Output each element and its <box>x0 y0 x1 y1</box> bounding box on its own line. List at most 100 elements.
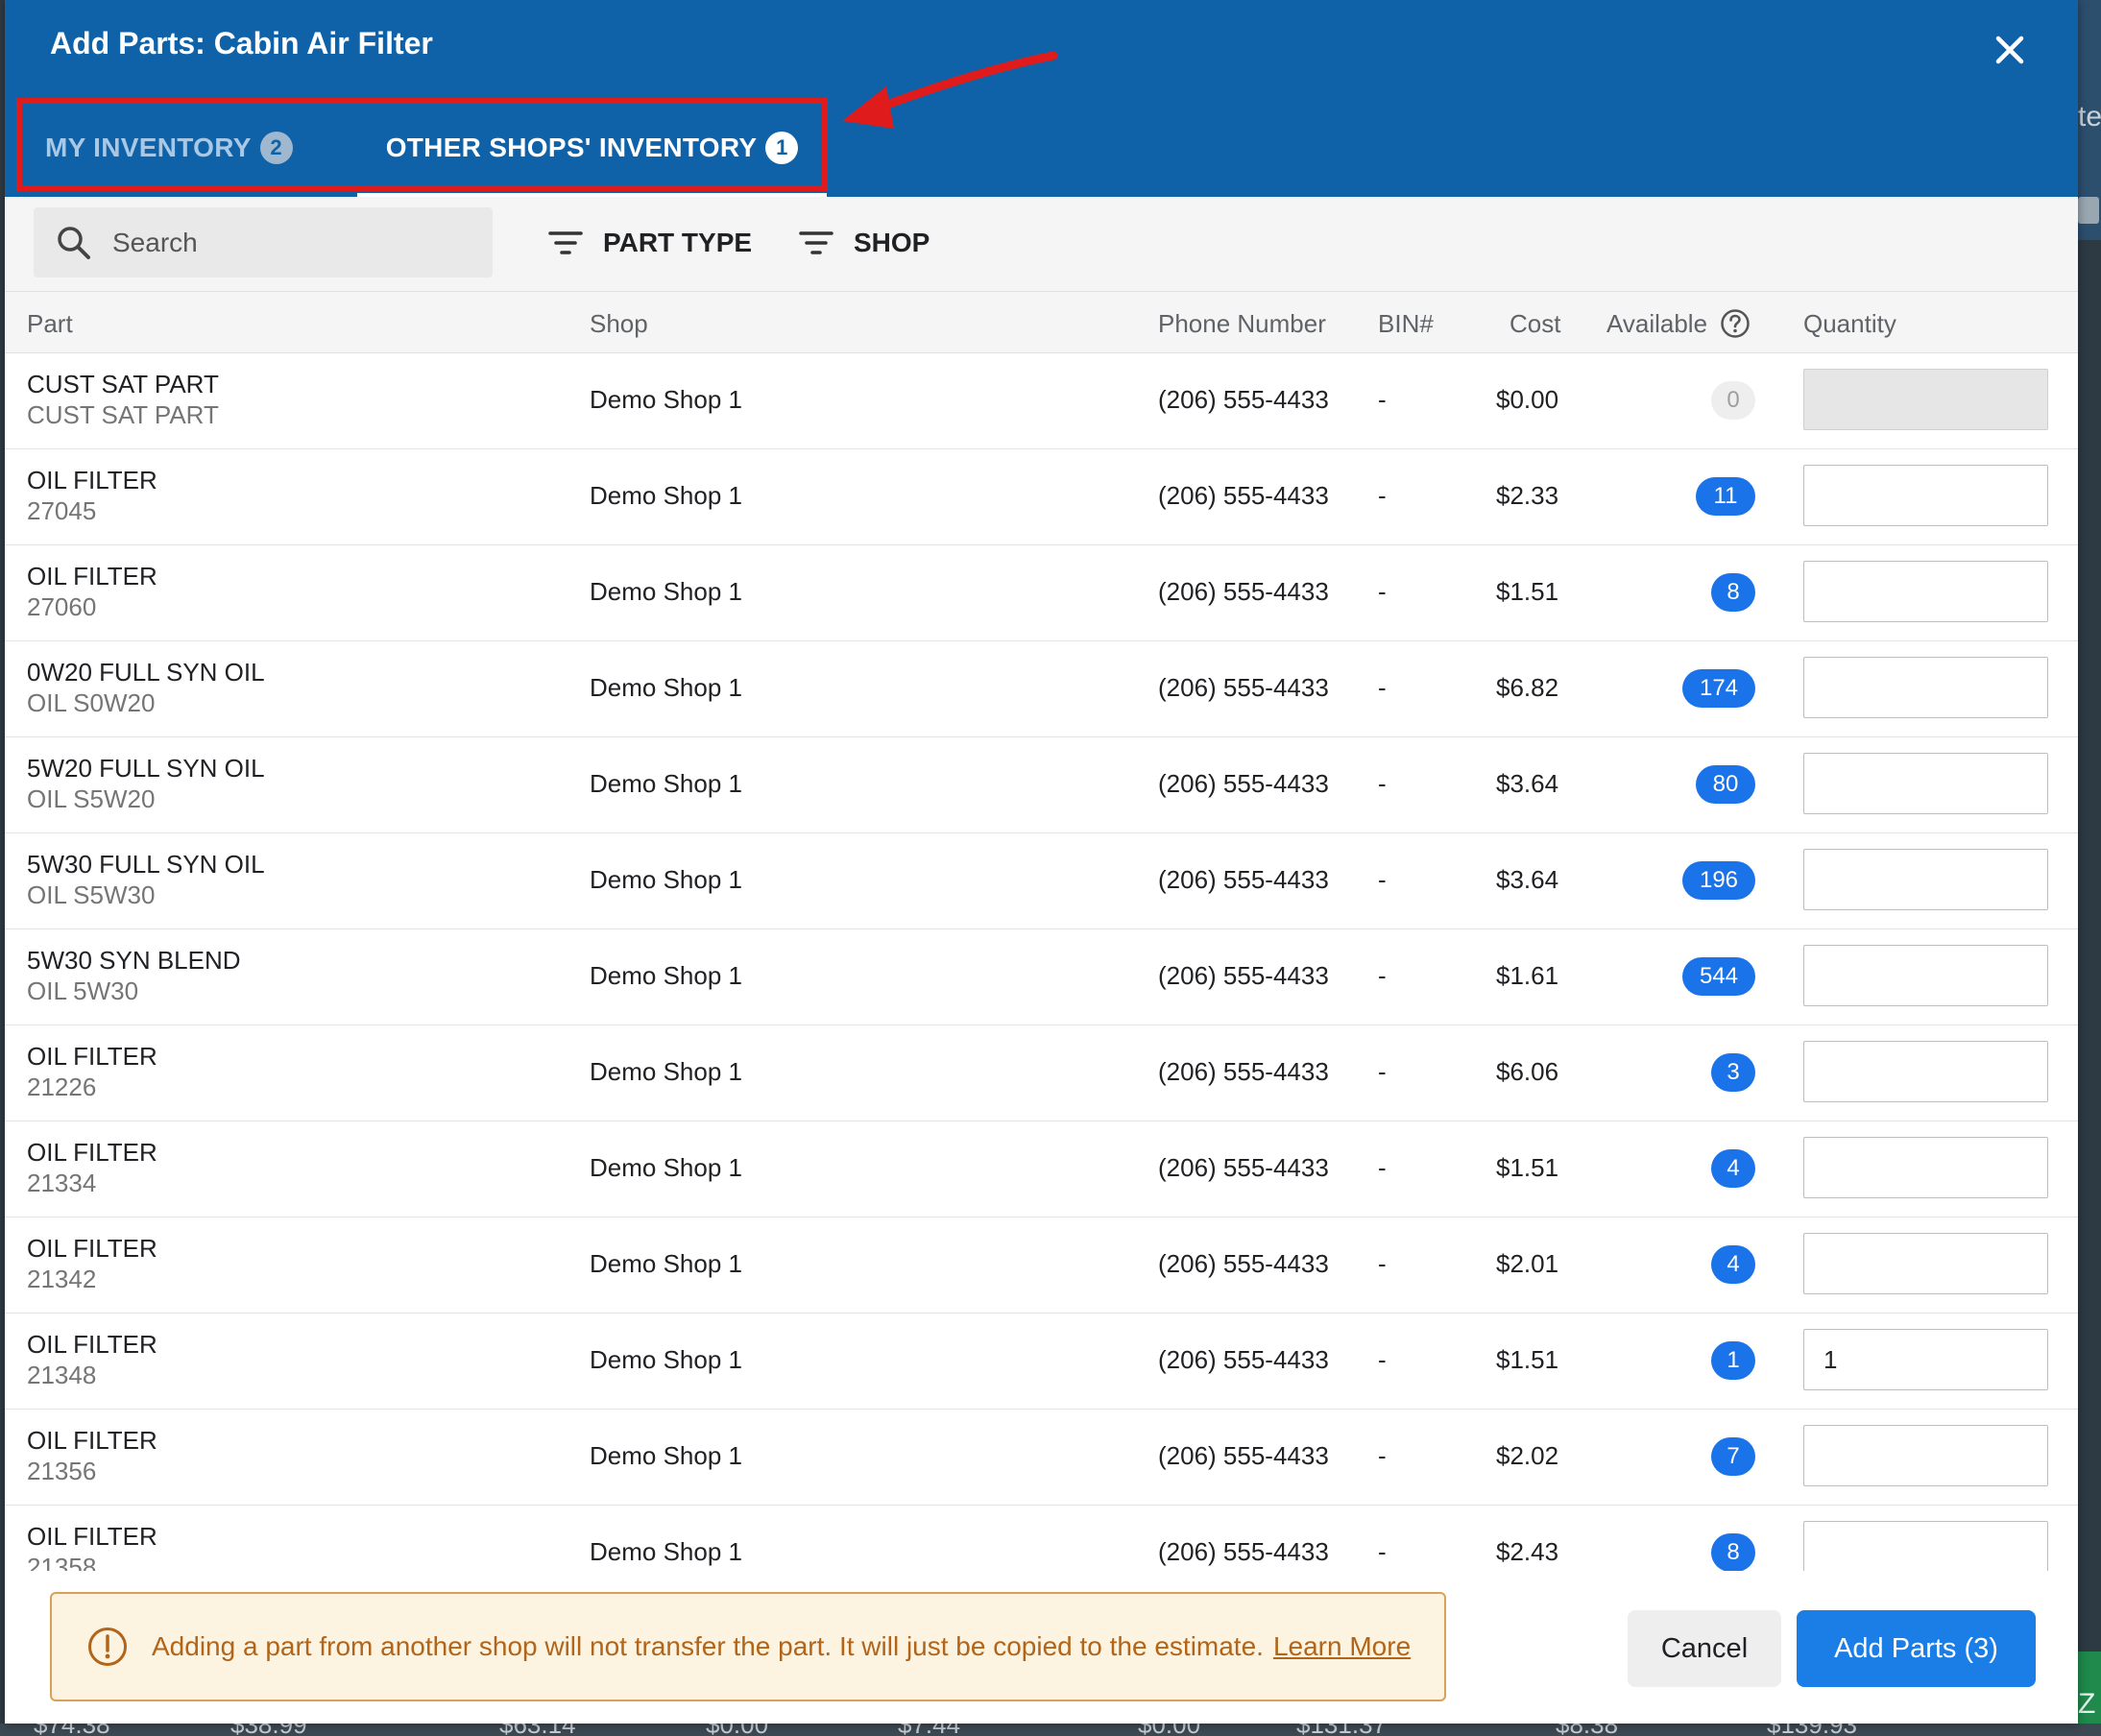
part-name: OIL FILTER <box>27 1042 157 1071</box>
modal-header: Add Parts: Cabin Air Filter MY INVENTORY… <box>5 0 2078 197</box>
part-type-filter-button[interactable]: PART TYPE <box>547 216 752 270</box>
available-badge: 80 <box>1696 765 1755 804</box>
column-header-bin: BIN# <box>1378 309 1434 338</box>
quantity-input[interactable] <box>1803 753 2048 814</box>
part-name: OIL FILTER <box>27 1522 157 1551</box>
cancel-button[interactable]: Cancel <box>1628 1610 1781 1687</box>
table-row: OIL FILTER 21356 Demo Shop 1 (206) 555-4433… <box>5 1410 2078 1506</box>
table-row: OIL FILTER 27060 Demo Shop 1 (206) 555-4433… <box>5 545 2078 641</box>
phone-number: (206) 555-4433 <box>1158 673 1329 702</box>
quantity-input[interactable] <box>1803 1233 2048 1294</box>
quantity-input[interactable] <box>1803 1425 2048 1486</box>
part-number: OIL S5W20 <box>27 784 156 813</box>
shop-name: Demo Shop 1 <box>590 1057 742 1086</box>
part-number: 27045 <box>27 496 97 525</box>
part-name: OIL FILTER <box>27 1426 157 1455</box>
table-header: Part Shop Phone Number BIN# Cost Availab… <box>5 292 2078 353</box>
column-header-cost: Cost <box>1509 309 1561 338</box>
tab-my-inventory[interactable]: MY INVENTORY 2 <box>16 98 322 197</box>
column-header-available: Available <box>1606 309 1751 339</box>
part-number: 21358 <box>27 1553 97 1571</box>
filter-label: PART TYPE <box>603 228 753 257</box>
part-number: 21226 <box>27 1073 97 1101</box>
shop-name: Demo Shop 1 <box>590 1345 742 1374</box>
available-badge: 4 <box>1711 1149 1755 1188</box>
bin-number: - <box>1378 385 1387 414</box>
phone-number: (206) 555-4433 <box>1158 1249 1329 1278</box>
quantity-input[interactable] <box>1803 657 2048 718</box>
cost-value: $2.43 <box>1496 1537 1559 1566</box>
available-badge: 7 <box>1711 1437 1755 1476</box>
background-total-value: $63.14 <box>499 1724 576 1736</box>
background-totals-row: $74.38 $38.99 $63.14 $0.00 $7.44 $0.00 $131.37… <box>0 1724 2101 1736</box>
quantity-input[interactable] <box>1803 1041 2048 1102</box>
tab-other-shops-inventory[interactable]: OTHER SHOPS' INVENTORY 1 <box>356 98 828 197</box>
tab-count-badge: 2 <box>259 131 293 164</box>
add-parts-modal: Add Parts: Cabin Air Filter MY INVENTORY… <box>5 0 2078 1724</box>
background-total-value: $0.00 <box>1138 1724 1200 1736</box>
help-icon[interactable] <box>1720 308 1751 339</box>
bin-number: - <box>1378 673 1387 702</box>
warning-icon <box>88 1628 127 1666</box>
quantity-input[interactable] <box>1803 1329 2048 1390</box>
phone-number: (206) 555-4433 <box>1158 385 1329 414</box>
table-row: OIL FILTER 21334 Demo Shop 1 (206) 555-4433… <box>5 1121 2078 1218</box>
quantity-input[interactable] <box>1803 465 2048 526</box>
cost-value: $3.64 <box>1496 769 1559 798</box>
bin-number: - <box>1378 481 1387 510</box>
available-badge: 8 <box>1711 1533 1755 1571</box>
cost-value: $1.51 <box>1496 1345 1559 1374</box>
shop-filter-button[interactable]: SHOP <box>798 216 930 270</box>
bin-number: - <box>1378 1057 1387 1086</box>
phone-number: (206) 555-4433 <box>1158 481 1329 510</box>
part-number: 27060 <box>27 592 97 621</box>
bin-number: - <box>1378 1537 1387 1566</box>
part-name: OIL FILTER <box>27 1234 157 1263</box>
table-row: OIL FILTER 21226 Demo Shop 1 (206) 555-4433… <box>5 1025 2078 1121</box>
quantity-input[interactable] <box>1803 561 2048 622</box>
table-row: OIL FILTER 21342 Demo Shop 1 (206) 555-4433… <box>5 1218 2078 1314</box>
inventory-tabs: MY INVENTORY 2 OTHER SHOPS' INVENTORY 1 <box>16 98 827 197</box>
quantity-input[interactable] <box>1803 1521 2048 1571</box>
search-input[interactable] <box>110 226 479 259</box>
shop-name: Demo Shop 1 <box>590 1537 742 1566</box>
shop-name: Demo Shop 1 <box>590 385 742 414</box>
background-total-value: $0.00 <box>706 1724 768 1736</box>
phone-number: (206) 555-4433 <box>1158 1345 1329 1374</box>
part-name: 5W30 FULL SYN OIL <box>27 850 265 879</box>
cost-value: $1.51 <box>1496 1153 1559 1182</box>
phone-number: (206) 555-4433 <box>1158 769 1329 798</box>
background-total-value: $74.38 <box>34 1724 110 1736</box>
learn-more-link[interactable]: Learn More <box>1273 1631 1411 1662</box>
quantity-input[interactable] <box>1803 369 2048 430</box>
quantity-input[interactable] <box>1803 1137 2048 1198</box>
part-number: OIL S0W20 <box>27 688 156 717</box>
tab-count-badge: 1 <box>765 131 799 164</box>
shop-name: Demo Shop 1 <box>590 673 742 702</box>
table-row: 5W30 SYN BLEND OIL 5W30 Demo Shop 1 (206) 5… <box>5 929 2078 1025</box>
phone-number: (206) 555-4433 <box>1158 1057 1329 1086</box>
add-parts-button[interactable]: Add Parts (3) <box>1797 1610 2036 1687</box>
bin-number: - <box>1378 1345 1387 1374</box>
quantity-input[interactable] <box>1803 945 2048 1006</box>
cost-value: $6.82 <box>1496 673 1559 702</box>
shop-name: Demo Shop 1 <box>590 1249 742 1278</box>
bin-number: - <box>1378 1441 1387 1470</box>
part-name: OIL FILTER <box>27 1138 157 1167</box>
part-number: 21348 <box>27 1361 97 1389</box>
phone-number: (206) 555-4433 <box>1158 1537 1329 1566</box>
background-green-text: Z <box>2078 1688 2096 1720</box>
bin-number: - <box>1378 1153 1387 1182</box>
search-icon <box>58 226 90 259</box>
part-number: 21334 <box>27 1169 97 1197</box>
bin-number: - <box>1378 865 1387 894</box>
cost-value: $1.61 <box>1496 961 1559 990</box>
available-badge: 0 <box>1711 381 1755 420</box>
part-name: CUST SAT PART <box>27 370 219 398</box>
close-icon[interactable] <box>1987 27 2033 73</box>
quantity-input[interactable] <box>1803 849 2048 910</box>
parts-table-body: CUST SAT PART CUST SAT PART Demo Shop 1 (20… <box>5 353 2078 1571</box>
table-row: OIL FILTER 21358 Demo Shop 1 (206) 555-4433… <box>5 1506 2078 1571</box>
phone-number: (206) 555-4433 <box>1158 577 1329 606</box>
table-row: CUST SAT PART CUST SAT PART Demo Shop 1 (20… <box>5 353 2078 449</box>
